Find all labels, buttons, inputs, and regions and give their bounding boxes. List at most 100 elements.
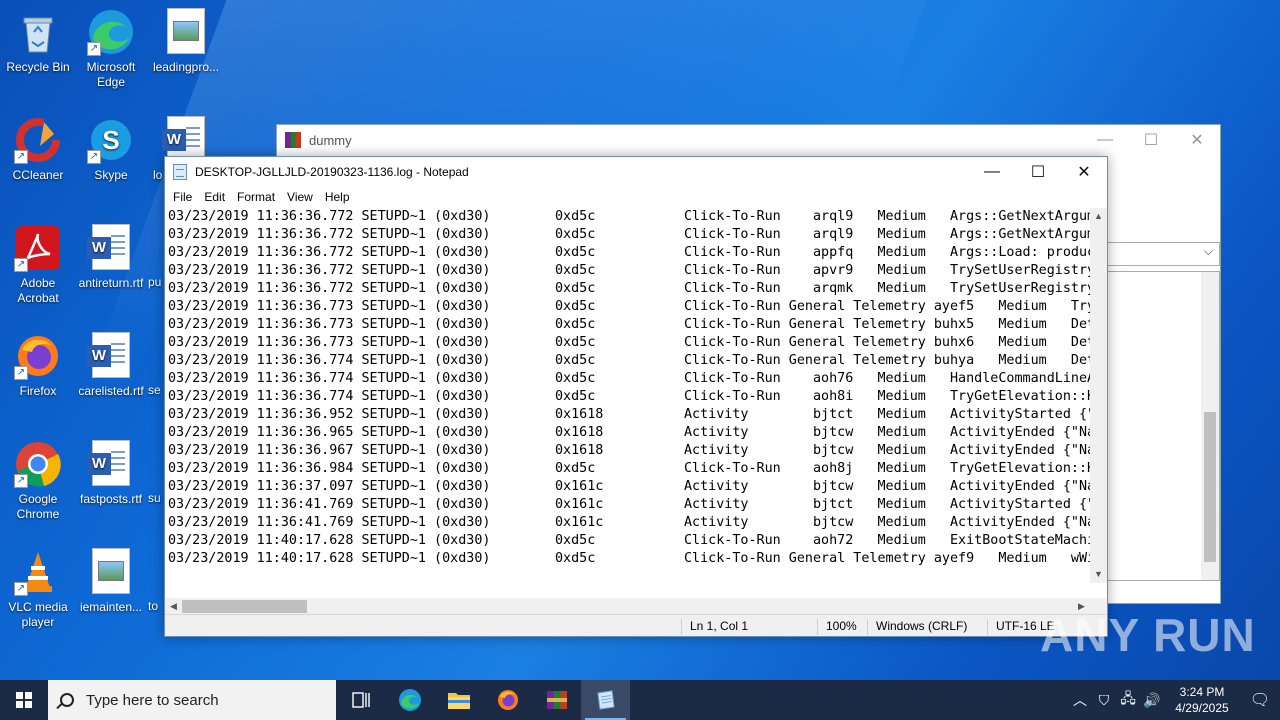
desktop-icon-fastposts[interactable]: W fastposts.rtf — [73, 440, 149, 507]
desktop-icon-label: fastposts.rtf — [79, 492, 143, 506]
vertical-scrollbar[interactable]: ▲ ▼ — [1090, 208, 1107, 583]
log-line: 03/23/2019 11:36:41.769 SETUPD~1 (0xd30)… — [168, 515, 1090, 530]
log-line: 03/23/2019 11:36:36.774 SETUPD~1 (0xd30)… — [168, 353, 1090, 368]
desktop-icon-label: leadingpro... — [152, 60, 220, 74]
menu-view[interactable]: View — [281, 190, 319, 204]
taskbar-firefox[interactable] — [483, 680, 532, 720]
log-line: 03/23/2019 11:36:36.772 SETUPD~1 (0xd30)… — [168, 281, 1090, 296]
desktop-icon-leadingpro[interactable]: leadingpro... — [148, 8, 224, 75]
desktop-icon-google-chrome[interactable]: ↗ Google Chrome — [0, 440, 76, 522]
image-file-icon — [162, 8, 210, 56]
notepad-title-bar[interactable]: DESKTOP-JGLLJLD-20190323-1136.log - Note… — [165, 157, 1107, 187]
winrar-panel — [1100, 271, 1220, 581]
winrar-icon — [546, 691, 567, 709]
desktop-icon-carelisted[interactable]: W carelisted.rtf — [73, 332, 149, 399]
winrar-title: dummy — [309, 132, 352, 148]
shortcut-arrow-icon: ↗ — [14, 150, 28, 164]
text-editor[interactable]: 03/23/2019 11:36:36.772 SETUPD~1 (0xd30)… — [165, 208, 1090, 598]
horizontal-scrollbar[interactable]: ◀ ▶ — [165, 598, 1090, 615]
security-icon[interactable]: ⛉ — [1092, 692, 1116, 709]
log-line: 03/23/2019 11:40:17.628 SETUPD~1 (0xd30)… — [168, 551, 1090, 566]
taskbar-search-box[interactable]: Type here to search — [48, 680, 336, 720]
taskbar-edge[interactable] — [385, 680, 434, 720]
log-line: 03/23/2019 11:36:37.097 SETUPD~1 (0xd30)… — [168, 479, 1090, 494]
desktop-icon-recycle-bin[interactable]: Recycle Bin — [0, 8, 76, 75]
volume-icon[interactable]: 🔊 — [1140, 692, 1164, 709]
shortcut-arrow-icon: ↗ — [87, 150, 101, 164]
taskbar: Type here to search ︿ ⛉ 🖧 🔊 3:24 PM 4/29… — [0, 680, 1280, 720]
desktop-icon-label: CCleaner — [12, 168, 64, 182]
notepad-title: DESKTOP-JGLLJLD-20190323-1136.log - Note… — [195, 165, 469, 179]
log-line: 03/23/2019 11:36:36.772 SETUPD~1 (0xd30)… — [168, 245, 1090, 260]
log-line: 03/23/2019 11:36:36.773 SETUPD~1 (0xd30)… — [168, 335, 1090, 350]
task-view-icon — [351, 692, 370, 708]
desktop-icon-vlc[interactable]: ↗ VLC media player — [0, 548, 76, 630]
vlc-cone-icon: ↗ — [14, 548, 62, 596]
menu-edit[interactable]: Edit — [198, 190, 231, 204]
log-line: 03/23/2019 11:36:36.965 SETUPD~1 (0xd30)… — [168, 425, 1090, 440]
scroll-left-icon[interactable]: ◀ — [165, 598, 182, 615]
notepad-window[interactable]: DESKTOP-JGLLJLD-20190323-1136.log - Note… — [164, 156, 1108, 637]
desktop-icon-iemainten[interactable]: iemainten... — [73, 548, 149, 615]
scroll-thumb[interactable] — [1204, 412, 1216, 562]
taskbar-file-explorer[interactable] — [434, 680, 483, 720]
menu-file[interactable]: File — [167, 190, 198, 204]
close-button[interactable]: ✕ — [1174, 125, 1220, 155]
show-hidden-icons-chevron-icon[interactable]: ︿ — [1068, 690, 1092, 710]
firefox-icon: ↗ — [14, 332, 62, 380]
log-line: 03/23/2019 11:36:36.772 SETUPD~1 (0xd30)… — [168, 209, 1090, 224]
log-line: 03/23/2019 11:36:36.774 SETUPD~1 (0xd30)… — [168, 389, 1090, 404]
maximize-button[interactable]: ☐ — [1015, 157, 1061, 187]
shortcut-arrow-icon: ↗ — [14, 582, 28, 596]
search-icon — [60, 693, 74, 707]
menu-format[interactable]: Format — [231, 190, 281, 204]
start-button[interactable] — [0, 680, 48, 720]
log-line: 03/23/2019 11:36:36.967 SETUPD~1 (0xd30)… — [168, 443, 1090, 458]
menu-help[interactable]: Help — [319, 190, 356, 204]
winrar-window-controls: — ☐ ✕ — [1082, 125, 1220, 155]
minimize-button[interactable]: — — [969, 157, 1015, 187]
horizontal-scroll-thumb[interactable] — [182, 600, 307, 613]
recycle-bin-icon — [14, 8, 62, 56]
image-file-icon — [87, 548, 135, 596]
scroll-down-icon[interactable]: ▼ — [1090, 566, 1107, 583]
scroll-up-icon[interactable]: ▲ — [1090, 208, 1107, 225]
taskbar-winrar[interactable] — [532, 680, 581, 720]
taskbar-clock[interactable]: 3:24 PM 4/29/2025 — [1164, 684, 1240, 716]
task-view-button[interactable] — [336, 680, 385, 720]
taskbar-notepad[interactable] — [581, 680, 630, 720]
clock-date: 4/29/2025 — [1175, 701, 1229, 715]
shortcut-arrow-icon: ↗ — [14, 258, 28, 272]
shortcut-arrow-icon: ↗ — [87, 42, 101, 56]
folder-icon — [447, 693, 470, 709]
firefox-icon — [497, 690, 518, 710]
winrar-title-bar[interactable]: dummy — [277, 125, 1220, 155]
adobe-acrobat-icon: ↗ — [14, 224, 62, 272]
clock-time: 3:24 PM — [1179, 685, 1225, 699]
desktop-icon-adobe-acrobat[interactable]: ↗ Adobe Acrobat — [0, 224, 76, 306]
desktop-icon-label: iemainten... — [79, 600, 143, 614]
desktop-icon-label: Firefox — [19, 384, 57, 398]
winrar-vertical-scrollbar[interactable] — [1201, 272, 1219, 580]
system-tray: ︿ ⛉ 🖧 🔊 3:24 PM 4/29/2025 🗨 — [1068, 680, 1280, 720]
maximize-button[interactable]: ☐ — [1128, 125, 1174, 155]
notification-center-icon[interactable]: 🗨 — [1240, 690, 1280, 710]
edge-icon: ↗ — [87, 8, 135, 56]
desktop-icon-microsoft-edge[interactable]: ↗ Microsoft Edge — [73, 8, 149, 90]
desktop-icon-label: Microsoft Edge — [86, 60, 136, 89]
log-line: 03/23/2019 11:36:36.772 SETUPD~1 (0xd30)… — [168, 227, 1090, 242]
log-line: 03/23/2019 11:36:41.769 SETUPD~1 (0xd30)… — [168, 497, 1090, 512]
notepad-icon — [173, 164, 187, 180]
desktop-icon-skype[interactable]: S ↗ Skype — [73, 116, 149, 183]
winrar-dropdown[interactable] — [1100, 242, 1220, 266]
minimize-button[interactable]: — — [1082, 125, 1128, 155]
status-zoom: 100% — [817, 619, 857, 635]
network-icon[interactable]: 🖧 — [1116, 688, 1140, 712]
desktop-icon-antireturn[interactable]: W antireturn.rtf — [73, 224, 149, 291]
anyrun-watermark: ANY RUN — [1040, 609, 1256, 661]
windows-logo-icon — [16, 692, 32, 708]
desktop-icon-label: carelisted.rtf — [78, 384, 144, 398]
close-button[interactable]: ✕ — [1061, 157, 1107, 187]
desktop-icon-firefox[interactable]: ↗ Firefox — [0, 332, 76, 399]
desktop-icon-ccleaner[interactable]: ↗ CCleaner — [0, 116, 76, 183]
